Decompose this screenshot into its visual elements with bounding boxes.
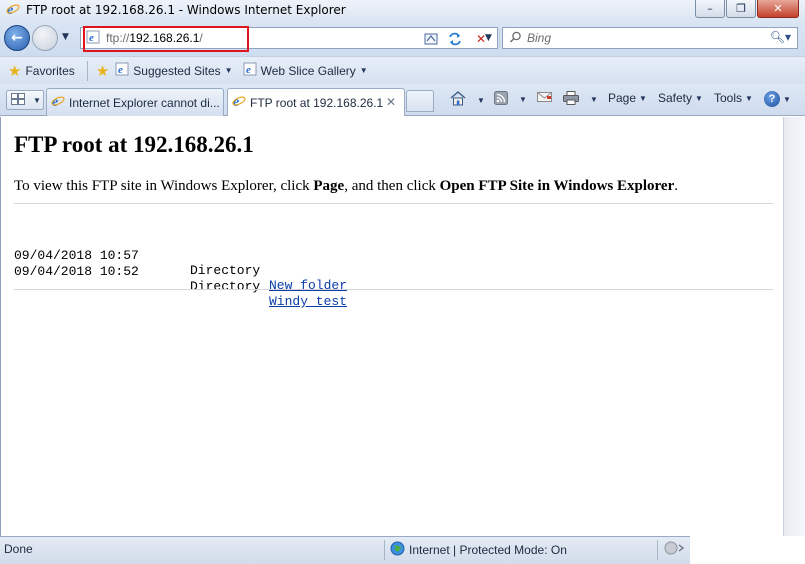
tools-menu-label: Tools [714, 91, 743, 105]
home-button[interactable]: ▼ [450, 91, 485, 109]
tools-menu[interactable]: Tools ▼ [714, 91, 753, 105]
page-menu[interactable]: Page ▼ [608, 91, 647, 105]
forward-button[interactable] [32, 25, 58, 51]
search-icon [509, 31, 522, 47]
favorites-button[interactable]: ★ Favorites [8, 62, 75, 80]
web-slice-gallery-icon: e [243, 62, 257, 79]
status-divider [384, 540, 385, 560]
svg-text:e: e [118, 64, 123, 76]
suggested-sites-label: Suggested Sites [133, 63, 221, 78]
favorites-bar: ★ Favorites ★ e Suggested Sites ▼ e Web … [0, 56, 805, 84]
favorites-item-web-slice-gallery[interactable]: e Web Slice Gallery ▼ [243, 62, 368, 79]
web-slice-gallery-label: Web Slice Gallery [260, 63, 356, 78]
tab-label: FTP root at 192.168.26.1 [250, 95, 384, 110]
tab-ie-cannot-display[interactable]: e Internet Explorer cannot di... [46, 88, 224, 116]
chevron-down-icon: ▼ [519, 95, 527, 104]
favorites-label: Favorites [25, 63, 75, 78]
folder-link-windy-test[interactable]: Windy test [269, 294, 347, 309]
tab-close-icon[interactable]: ✕ [386, 95, 396, 109]
entry-type: Directory [190, 263, 261, 278]
search-box[interactable]: Bing 🔍︎▾ [502, 27, 798, 49]
favorites-divider [86, 60, 88, 81]
help-menu[interactable]: ? ▼ [764, 91, 791, 107]
chevron-down-icon: ▼ [745, 93, 753, 103]
chevron-down-icon: ▼ [224, 66, 233, 75]
address-separator [499, 29, 500, 47]
entry-date: 09/04/2018 10:52 [14, 264, 139, 279]
minimize-button[interactable]: – [695, 0, 725, 18]
tab-page-icon: e [51, 94, 65, 111]
address-highlight-box [83, 26, 249, 52]
tab-ftp-root[interactable]: e FTP root at 192.168.26.1 ✕ [227, 88, 405, 116]
mail-icon [537, 91, 552, 106]
page-content: FTP root at 192.168.26.1 To view this FT… [0, 117, 783, 536]
new-tab-button[interactable] [406, 90, 434, 112]
status-text: Done [4, 542, 33, 556]
print-button[interactable]: ▼ [563, 91, 598, 108]
read-mail-button[interactable] [537, 91, 552, 106]
print-icon [563, 91, 579, 108]
add-to-favorites-bar-icon[interactable]: ★ [96, 62, 109, 80]
feeds-button[interactable]: ▼ [494, 91, 527, 108]
page-menu-label: Page [608, 91, 637, 105]
divider-top [14, 203, 773, 204]
safety-menu[interactable]: Safety ▼ [658, 91, 703, 105]
help-icon: ? [764, 91, 780, 107]
back-arrow-icon: ← [11, 30, 23, 46]
zone-label: Internet | Protected Mode: On [409, 543, 567, 557]
status-bar-corner [690, 536, 805, 564]
quick-tabs-button[interactable]: ▼ [6, 90, 44, 110]
vertical-scrollbar[interactable] [783, 117, 805, 536]
list-item: 09/04/2018 10:52 Directory Windy test [14, 249, 347, 309]
compatibility-view-icon[interactable] [421, 30, 441, 47]
chevron-down-icon: ▼ [477, 95, 485, 105]
maximize-button[interactable]: ❐ [726, 0, 756, 18]
globe-icon [390, 541, 405, 559]
svg-text:e: e [246, 64, 251, 76]
back-button[interactable]: ← [4, 25, 30, 51]
search-go-icon[interactable]: 🔍︎▾ [770, 30, 791, 44]
chevron-down-icon: ▼ [639, 93, 647, 103]
stop-icon[interactable]: ✕ [471, 30, 491, 47]
search-placeholder: Bing [527, 31, 552, 45]
divider-bottom [14, 289, 773, 290]
suggested-sites-icon: e [115, 62, 129, 79]
protected-mode-icon[interactable] [664, 540, 686, 559]
page-title: FTP root at 192.168.26.1 [14, 132, 254, 157]
ie-logo-icon: e [6, 2, 20, 19]
feeds-icon [494, 91, 508, 108]
tab-list-dropdown-icon[interactable]: ▼ [33, 96, 41, 105]
chevron-down-icon: ▼ [590, 95, 598, 104]
tab-row: ▼ e Internet Explorer cannot di... e FTP… [0, 84, 805, 116]
status-divider [657, 540, 658, 560]
ftp-listing: 09/04/2018 10:57 Directory New folder 09… [14, 233, 347, 309]
navigation-bar: ← ▼ e ftp://192.168.26.1/ ▼ ✕ Bing 🔍︎▾ [0, 20, 805, 56]
window-title: FTP root at 192.168.26.1 - Windows Inter… [26, 3, 346, 17]
list-item: 09/04/2018 10:57 Directory New folder [14, 233, 347, 293]
entry-type: Directory [190, 279, 261, 294]
title-bar: e FTP root at 192.168.26.1 - Windows Int… [0, 0, 805, 20]
favorites-item-suggested-sites[interactable]: e Suggested Sites ▼ [115, 62, 233, 79]
recent-pages-dropdown-icon[interactable]: ▼ [62, 32, 69, 42]
safety-menu-label: Safety [658, 91, 693, 105]
chevron-down-icon: ▼ [783, 94, 791, 104]
security-zone[interactable]: Internet | Protected Mode: On [390, 541, 567, 559]
tab-page-icon: e [232, 94, 246, 111]
page-intro: To view this FTP site in Windows Explore… [14, 178, 678, 194]
chevron-down-icon: ▼ [359, 66, 368, 75]
tab-label: Internet Explorer cannot di... [69, 95, 220, 110]
refresh-icon[interactable] [445, 30, 465, 47]
chevron-down-icon: ▼ [695, 93, 703, 103]
close-window-button[interactable]: ✕ [757, 0, 799, 18]
home-icon [450, 91, 466, 109]
folder-link-new-folder[interactable]: New folder [269, 278, 347, 293]
quick-tabs-icon [11, 92, 25, 108]
favorites-star-icon: ★ [8, 62, 22, 80]
